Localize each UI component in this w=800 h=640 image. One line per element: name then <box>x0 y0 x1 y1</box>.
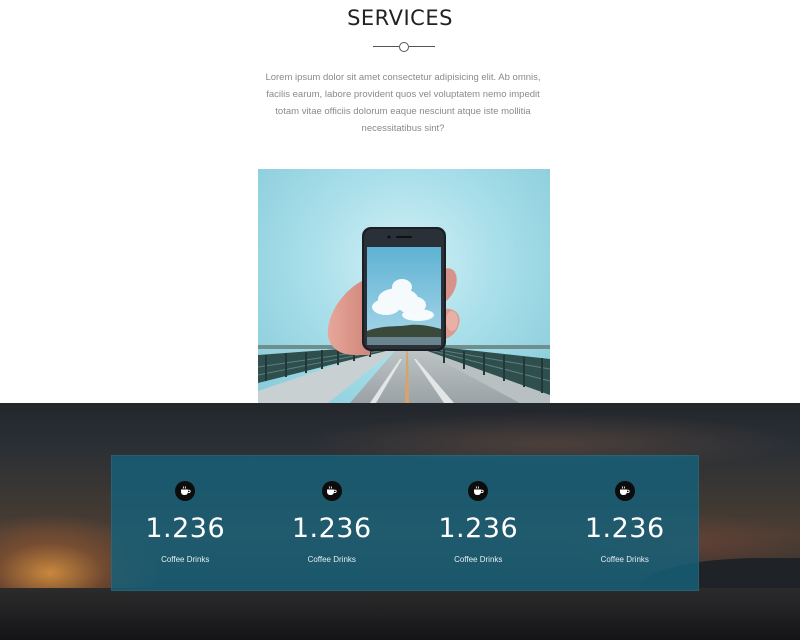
divider-circle-icon <box>399 42 409 52</box>
stat-value: 1.236 <box>584 513 665 544</box>
coffee-cup-icon <box>468 481 489 501</box>
stat-label: Coffee Drinks <box>600 555 649 564</box>
coffee-cup-icon <box>321 481 342 501</box>
stat-value: 1.236 <box>145 513 226 544</box>
stats-panel: 1.236 Coffee Drinks 1.236 Coffee Drinks … <box>111 455 699 591</box>
stat-label: Coffee Drinks <box>307 555 356 564</box>
stat-item: 1.236 Coffee Drinks <box>552 456 699 590</box>
section-title: SERVICES <box>347 6 453 30</box>
stat-value: 1.236 <box>438 513 519 544</box>
section-description: Lorem ipsum dolor sit amet consectetur a… <box>265 72 541 134</box>
coffee-cup-icon <box>175 481 196 501</box>
stat-item: 1.236 Coffee Drinks <box>259 456 406 590</box>
stat-value: 1.236 <box>291 513 372 544</box>
services-section: SERVICES Lorem ipsum dolor sit amet cons… <box>0 0 800 403</box>
stat-label: Coffee Drinks <box>161 555 210 564</box>
phone-bridge-image <box>258 169 550 403</box>
stat-item: 1.236 Coffee Drinks <box>405 456 552 590</box>
stat-label: Coffee Drinks <box>454 555 503 564</box>
title-divider <box>373 41 435 53</box>
coffee-cup-icon <box>614 481 635 501</box>
stat-item: 1.236 Coffee Drinks <box>112 456 259 590</box>
